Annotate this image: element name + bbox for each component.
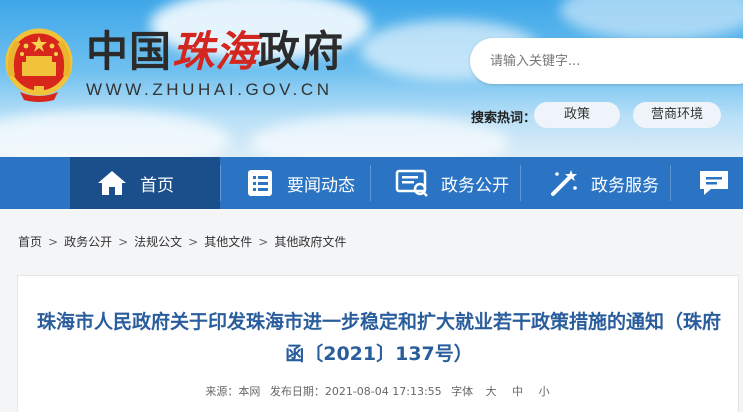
nav-label-home: 首页	[140, 175, 174, 196]
news-list-icon	[248, 170, 272, 196]
font-size-small-button[interactable]: 小	[539, 385, 550, 398]
nav-label-news: 要闻动态	[287, 175, 355, 196]
logo-english-url: WWW.ZHUHAI.GOV.CN	[86, 80, 333, 99]
nav-label-gov-services: 政务服务	[591, 175, 659, 196]
article-panel: 珠海市人民政府关于印发珠海市进一步稳定和扩大就业若干政策措施的通知（珠府函〔20…	[17, 275, 739, 412]
search-input[interactable]	[490, 50, 730, 72]
breadcrumb: 首页 > 政务公开 > 法规公文 > 其他文件 > 其他政府文件	[18, 233, 346, 250]
logo-text-zhongguo: 中国	[86, 27, 173, 76]
article-meta: 来源：本网 发布日期：2021-08-04 17:13:55 字体 大 中 小	[18, 383, 740, 399]
chat-bubble-icon	[700, 171, 728, 195]
site-header: 中国珠海政府 WWW.ZHUHAI.GOV.CN 搜索热词： 政策 营商环境	[0, 0, 743, 157]
breadcrumb-home[interactable]: 首页	[18, 235, 42, 249]
breadcrumb-regulations[interactable]: 法规公文	[134, 235, 182, 249]
national-emblem-icon[interactable]	[4, 26, 74, 104]
breadcrumb-separator: >	[118, 235, 129, 249]
hot-search-label: 搜索热词：	[471, 111, 537, 126]
cloud-decoration	[560, 0, 743, 40]
nav-label-gov-affairs-open: 政务公开	[441, 175, 509, 196]
article-title: 珠海市人民政府关于印发珠海市进一步稳定和扩大就业若干政策措施的通知（珠府函〔20…	[36, 311, 721, 365]
font-size-medium-button[interactable]: 中	[512, 385, 523, 398]
article-date: 发布日期：2021-08-04 17:13:55	[269, 385, 442, 398]
hot-tag-policy[interactable]: 政策	[534, 102, 620, 128]
nav-item-home[interactable]: 首页	[70, 157, 220, 209]
breadcrumb-other-gov-files[interactable]: 其他政府文件	[274, 235, 346, 249]
home-icon	[98, 171, 126, 195]
breadcrumb-separator: >	[188, 235, 199, 249]
magic-wand-icon	[551, 170, 577, 196]
logo-text-zhuhai: 珠海	[172, 27, 259, 76]
site-logo[interactable]: 中国珠海政府 WWW.ZHUHAI.GOV.CN	[86, 28, 344, 100]
main-nav: 首页 要闻动态 政务公开 政务服务	[0, 157, 743, 209]
article-source: 来源：本网	[205, 385, 261, 398]
breadcrumb-gov-affairs-open[interactable]: 政务公开	[64, 235, 112, 249]
hot-tag-business-environment[interactable]: 营商环境	[633, 102, 721, 128]
font-size-label: 字体	[451, 385, 474, 398]
search-box[interactable]	[470, 38, 743, 84]
nav-item-news[interactable]: 要闻动态	[221, 157, 369, 209]
breadcrumb-other-files[interactable]: 其他文件	[204, 235, 252, 249]
nav-item-interaction[interactable]	[671, 157, 743, 209]
breadcrumb-separator: >	[48, 235, 59, 249]
logo-chinese: 中国珠海政府	[86, 28, 344, 76]
document-list-icon	[395, 169, 428, 197]
font-size-large-button[interactable]: 大	[486, 385, 497, 398]
cloud-decoration	[0, 110, 230, 157]
breadcrumb-separator: >	[258, 235, 269, 249]
nav-item-gov-affairs-open[interactable]: 政务公开	[371, 157, 519, 209]
nav-item-gov-services[interactable]: 政务服务	[521, 157, 669, 209]
logo-text-zhengfu: 政府	[258, 27, 345, 76]
